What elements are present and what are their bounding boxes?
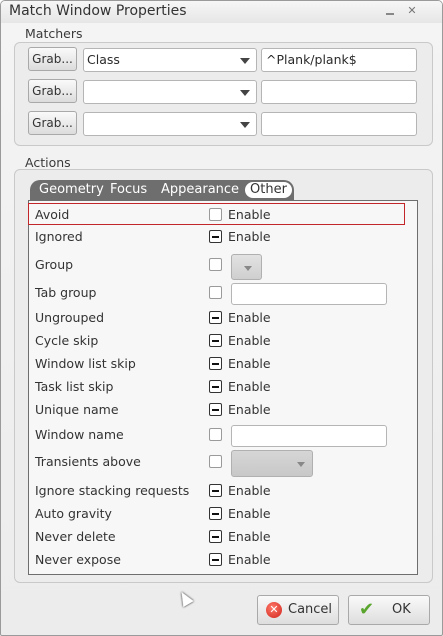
- action-row-auto-gravity[interactable]: Auto gravity Enable: [29, 503, 417, 525]
- cycle-skip-enable-label: Enable: [228, 333, 271, 348]
- matcher-property-combo-1[interactable]: Class: [83, 48, 257, 72]
- transients-above-enable-checkbox[interactable]: [209, 455, 222, 468]
- action-row-unique-name[interactable]: Unique name Enable: [29, 399, 417, 421]
- tab-group-enable-checkbox[interactable]: [209, 286, 222, 299]
- tab-appearance[interactable]: Appearance: [161, 182, 239, 197]
- action-label-window-list-skip: Window list skip: [35, 356, 136, 371]
- close-button[interactable]: ✕: [405, 4, 419, 18]
- cancel-button[interactable]: ✕ Cancel: [257, 595, 339, 625]
- transients-above-combo[interactable]: [231, 450, 313, 477]
- avoid-enable-checkbox[interactable]: [209, 208, 222, 221]
- ok-button[interactable]: ✔ OK: [348, 595, 430, 625]
- title-bar[interactable]: Match Window Properties ✕: [1, 1, 442, 23]
- action-row-ungrouped[interactable]: Ungrouped Enable: [29, 307, 417, 329]
- action-label-tab-group: Tab group: [35, 285, 97, 300]
- other-tab-panel: Avoid Enable Ignored Enable Group Tab gr…: [28, 200, 418, 575]
- match-window-properties-dialog: Match Window Properties ✕ Matchers Grab.…: [0, 0, 443, 636]
- action-row-avoid[interactable]: Avoid Enable: [28, 203, 405, 225]
- matchers-label: Matchers: [25, 26, 83, 41]
- action-label-ignored: Ignored: [35, 229, 83, 244]
- cancel-button-label: Cancel: [288, 602, 333, 617]
- action-row-never-delete[interactable]: Never delete Enable: [29, 526, 417, 548]
- action-label-ignore-stacking-requests: Ignore stacking requests: [35, 483, 190, 498]
- action-label-never-delete: Never delete: [35, 529, 116, 544]
- mouse-cursor-icon: [176, 588, 194, 608]
- action-row-ignore-stacking-requests[interactable]: Ignore stacking requests Enable: [29, 480, 417, 502]
- ok-button-label: OK: [392, 602, 411, 617]
- ignored-enable-label: Enable: [228, 229, 271, 244]
- never-expose-enable-label: Enable: [228, 552, 271, 567]
- never-delete-enable-checkbox[interactable]: [209, 530, 222, 543]
- tab-geometry[interactable]: Geometry: [39, 182, 104, 197]
- chevron-down-icon: [240, 58, 250, 64]
- avoid-enable-label: Enable: [228, 207, 271, 222]
- ignore-stacking-requests-enable-label: Enable: [228, 483, 271, 498]
- actions-label: Actions: [25, 155, 71, 170]
- matcher-value-input-2[interactable]: [261, 80, 417, 104]
- action-label-never-expose: Never expose: [35, 552, 121, 567]
- cancel-icon: ✕: [266, 602, 282, 618]
- grab-button-2[interactable]: Grab...: [28, 79, 77, 103]
- action-label-ungrouped: Ungrouped: [35, 310, 105, 325]
- checkmark-icon: ✔: [359, 599, 375, 620]
- never-delete-enable-label: Enable: [228, 529, 271, 544]
- window-list-skip-enable-checkbox[interactable]: [209, 357, 222, 370]
- group-enable-checkbox[interactable]: [209, 258, 222, 271]
- action-row-ignored[interactable]: Ignored Enable: [29, 226, 417, 248]
- action-row-group[interactable]: Group: [29, 254, 417, 281]
- never-expose-enable-checkbox[interactable]: [209, 553, 222, 566]
- unique-name-enable-label: Enable: [228, 402, 271, 417]
- window-title: Match Window Properties: [9, 3, 187, 19]
- window-name-enable-checkbox[interactable]: [209, 428, 222, 441]
- action-label-avoid: Avoid: [35, 207, 70, 222]
- action-label-unique-name: Unique name: [35, 402, 119, 417]
- action-row-cycle-skip[interactable]: Cycle skip Enable: [29, 330, 417, 352]
- window-list-skip-enable-label: Enable: [228, 356, 271, 371]
- action-label-auto-gravity: Auto gravity: [35, 506, 112, 521]
- task-list-skip-enable-label: Enable: [228, 379, 271, 394]
- ignored-enable-checkbox[interactable]: [209, 230, 222, 243]
- grab-button-1[interactable]: Grab...: [28, 47, 77, 71]
- action-label-task-list-skip: Task list skip: [35, 379, 114, 394]
- matcher-property-combo-3[interactable]: [83, 112, 257, 136]
- action-label-group: Group: [35, 257, 74, 272]
- grab-button-3[interactable]: Grab...: [28, 111, 77, 135]
- tab-other[interactable]: Other: [245, 182, 292, 198]
- action-row-never-expose[interactable]: Never expose Enable: [29, 549, 417, 571]
- chevron-down-icon: [240, 90, 250, 96]
- action-row-window-name[interactable]: Window name: [29, 424, 417, 448]
- action-label-window-name: Window name: [35, 427, 124, 442]
- auto-gravity-enable-label: Enable: [228, 506, 271, 521]
- tab-group-input[interactable]: [231, 283, 387, 305]
- cycle-skip-enable-checkbox[interactable]: [209, 334, 222, 347]
- tab-focus[interactable]: Focus: [110, 182, 147, 197]
- minimize-button[interactable]: [383, 4, 397, 18]
- action-label-cycle-skip: Cycle skip: [35, 333, 99, 348]
- ungrouped-enable-label: Enable: [228, 310, 271, 325]
- matcher-property-combo-2[interactable]: [83, 80, 257, 104]
- unique-name-enable-checkbox[interactable]: [209, 403, 222, 416]
- ignore-stacking-requests-enable-checkbox[interactable]: [209, 484, 222, 497]
- action-row-tab-group[interactable]: Tab group: [29, 282, 417, 306]
- matcher-property-value-1: Class: [87, 52, 120, 67]
- action-row-transients-above[interactable]: Transients above: [29, 450, 417, 478]
- ungrouped-enable-checkbox[interactable]: [209, 311, 222, 324]
- action-row-task-list-skip[interactable]: Task list skip Enable: [29, 376, 417, 398]
- auto-gravity-enable-checkbox[interactable]: [209, 507, 222, 520]
- window-name-input[interactable]: [231, 425, 387, 447]
- group-dropdown-button[interactable]: [231, 254, 262, 280]
- matcher-value-input-3[interactable]: [261, 112, 417, 136]
- action-label-transients-above: Transients above: [35, 454, 141, 469]
- action-row-window-list-skip[interactable]: Window list skip Enable: [29, 353, 417, 375]
- matcher-value-input-1[interactable]: ^Plank/plank$: [261, 48, 417, 72]
- chevron-down-icon: [240, 122, 250, 128]
- task-list-skip-enable-checkbox[interactable]: [209, 380, 222, 393]
- actions-tab-bar: Geometry Focus Appearance Other: [30, 180, 294, 200]
